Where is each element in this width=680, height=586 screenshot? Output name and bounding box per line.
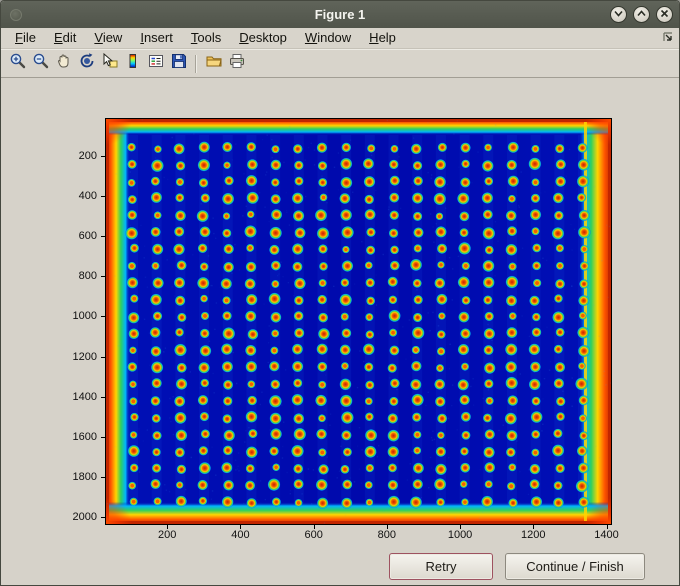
menu-window[interactable]: Window [296, 28, 360, 48]
insert-legend-button[interactable] [144, 52, 167, 75]
hand-icon [55, 52, 73, 75]
x-tick-label: 1000 [447, 529, 473, 541]
insert-colorbar-button[interactable] [121, 52, 144, 75]
window-controls [610, 6, 673, 23]
close-icon [659, 6, 670, 24]
legend-icon [147, 52, 165, 75]
menu-tools[interactable]: Tools [182, 28, 230, 48]
menu-view[interactable]: View [85, 28, 131, 48]
menu-insert[interactable]: Insert [131, 28, 182, 48]
y-tick-mark [101, 236, 105, 238]
zoom-in-icon [9, 52, 27, 75]
microarray-image[interactable] [106, 119, 611, 524]
maximize-button[interactable] [633, 6, 650, 23]
x-tick-label: 600 [304, 529, 323, 541]
close-button[interactable] [656, 6, 673, 23]
data-cursor-icon [101, 52, 119, 75]
retry-button[interactable]: Retry [389, 553, 493, 580]
zoom-in-button[interactable] [6, 52, 29, 75]
window-title: Figure 1 [314, 7, 366, 22]
colorbar-icon [124, 52, 142, 75]
pan-button[interactable] [52, 52, 75, 75]
y-tick-label: 600 [78, 230, 97, 243]
toolbar [1, 49, 679, 78]
x-tick-label: 800 [377, 529, 397, 541]
save-icon [170, 52, 188, 75]
print-figure-button[interactable] [225, 52, 248, 75]
dock-figure-button[interactable] [660, 31, 676, 47]
menu-desktop[interactable]: Desktop [230, 28, 296, 48]
x-tick-label: 400 [231, 529, 250, 541]
y-tick-label: 400 [78, 190, 97, 203]
toolbar-separator [195, 54, 197, 73]
y-tick-label: 2000 [72, 510, 97, 523]
chevron-down-icon [613, 6, 624, 24]
y-tick-label: 1800 [72, 470, 97, 483]
x-tick-label: 1400 [594, 529, 619, 541]
rotate-3d-button[interactable] [75, 52, 98, 75]
y-tick-label: 1600 [72, 430, 97, 443]
menu-bar: File Edit View Insert Tools Desktop Window Help [1, 28, 679, 49]
zoom-out-icon [32, 52, 50, 75]
y-tick-label: 200 [78, 150, 97, 163]
menu-items: File Edit View Insert Tools Desktop Window Help [6, 28, 405, 48]
menu-help[interactable]: Help [360, 28, 405, 48]
zoom-out-button[interactable] [29, 52, 52, 75]
y-tick-label: 1200 [72, 350, 97, 363]
menu-file[interactable]: File [6, 28, 45, 48]
data-cursor-button[interactable] [98, 52, 121, 75]
figure-window: Figure 1 File Edit View Insert Tools Desktop W… [0, 0, 680, 586]
y-tick-mark [101, 156, 105, 158]
y-tick-mark [101, 316, 105, 318]
menu-edit[interactable]: Edit [45, 28, 85, 48]
y-tick-mark [101, 516, 105, 518]
plot-axes[interactable] [105, 118, 612, 525]
y-tick-mark [101, 436, 105, 438]
save-figure-button[interactable] [167, 52, 190, 75]
open-file-button[interactable] [202, 52, 225, 75]
x-tick-label: 200 [158, 529, 177, 541]
y-tick-label: 1000 [72, 310, 97, 323]
y-tick-mark [101, 396, 105, 398]
shade-button[interactable] [610, 6, 627, 23]
dock-arrow-icon [661, 30, 675, 49]
y-tick-mark [101, 476, 105, 478]
titlebar[interactable]: Figure 1 [1, 1, 679, 28]
folder-icon [205, 52, 223, 75]
x-tick-label: 1200 [521, 529, 546, 541]
continue-finish-button[interactable]: Continue / Finish [505, 553, 645, 580]
chevron-up-icon [636, 6, 647, 24]
y-tick-mark [101, 276, 105, 278]
rotate-3d-icon [78, 52, 96, 75]
y-tick-mark [101, 356, 105, 358]
printer-icon [228, 52, 246, 75]
y-tick-mark [101, 196, 105, 198]
y-tick-label: 800 [78, 270, 97, 283]
y-tick-label: 1400 [72, 390, 97, 403]
